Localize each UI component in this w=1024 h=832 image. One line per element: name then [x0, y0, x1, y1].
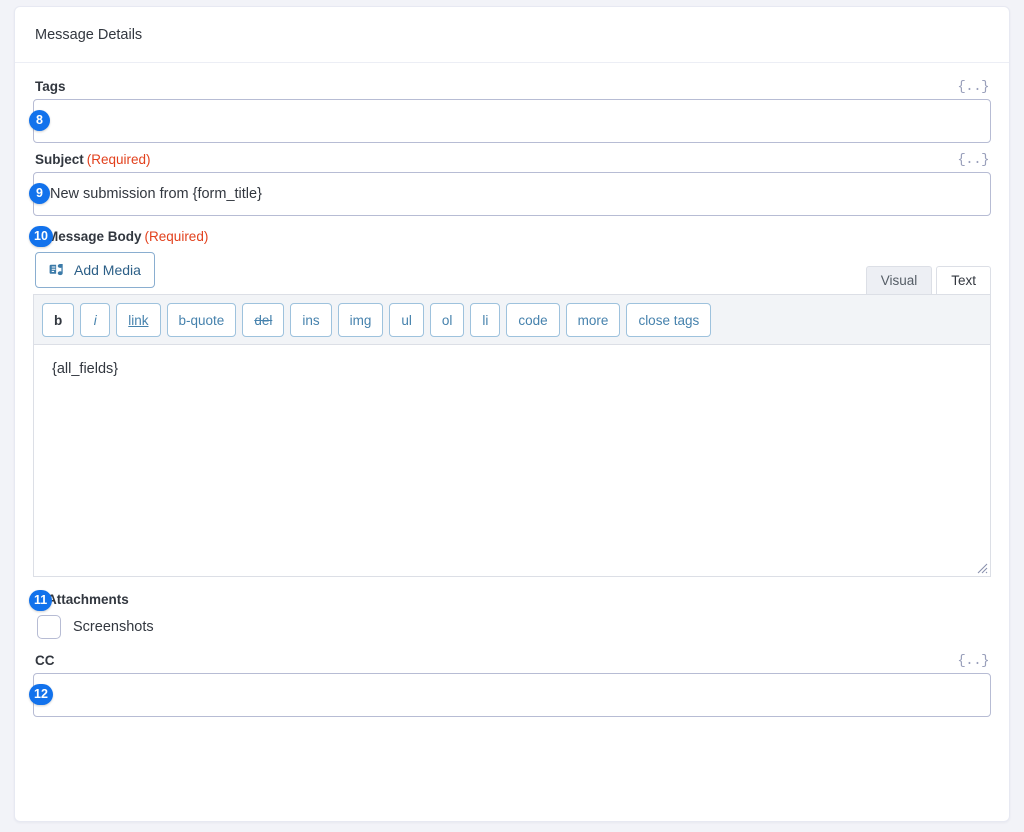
attachments-label: Attachments	[47, 592, 129, 607]
quicktag-b-quote[interactable]: b-quote	[167, 303, 237, 337]
quicktag-img[interactable]: img	[338, 303, 384, 337]
message-body-label-text: Message Body	[47, 229, 142, 244]
editor-topbar: Add Media Visual Text	[33, 252, 991, 294]
quicktag-ins[interactable]: ins	[290, 303, 331, 337]
step-badge-12: 12	[29, 684, 53, 705]
tags-input[interactable]	[33, 99, 991, 143]
tags-label-row: Tags {..}	[33, 79, 991, 99]
quicktag-link[interactable]: link	[116, 303, 160, 337]
field-tags: Tags {..} 8	[33, 79, 991, 143]
wysiwyg-editor: Add Media Visual Text b i link b-quote d…	[33, 252, 991, 577]
merge-tag-icon[interactable]: {..}	[957, 153, 989, 167]
attachments-checkbox-row: Screenshots	[33, 609, 991, 639]
quicktag-b[interactable]: b	[42, 303, 74, 337]
panel-body: Tags {..} 8 Subject(Required) {..} 9	[15, 63, 1009, 717]
editor-mode-tabs: Visual Text	[862, 266, 991, 294]
step-badge-10: 10	[29, 226, 53, 247]
subject-label-text: Subject	[35, 152, 84, 167]
quicktag-del[interactable]: del	[242, 303, 284, 337]
quicktag-ul[interactable]: ul	[389, 303, 424, 337]
add-media-label: Add Media	[74, 262, 141, 278]
step-badge-11: 11	[29, 590, 52, 611]
tab-visual[interactable]: Visual	[866, 266, 933, 294]
quicktag-ol[interactable]: ol	[430, 303, 465, 337]
screenshots-checkbox[interactable]	[37, 615, 61, 639]
step-badge-9: 9	[29, 183, 50, 204]
subject-input[interactable]	[33, 172, 991, 216]
tags-label: Tags	[35, 79, 66, 94]
message-body-textarea[interactable]	[34, 345, 990, 576]
subject-label: Subject(Required)	[35, 152, 151, 167]
field-attachments: 11 Attachments Screenshots	[33, 591, 991, 639]
subject-required-text: (Required)	[87, 152, 151, 167]
quicktag-more[interactable]: more	[566, 303, 621, 337]
cc-input[interactable]	[33, 673, 991, 717]
field-subject: Subject(Required) {..} 9	[33, 152, 991, 216]
add-media-button[interactable]: Add Media	[35, 252, 155, 288]
tab-text[interactable]: Text	[936, 266, 991, 294]
quicktag-li[interactable]: li	[470, 303, 500, 337]
editor-box: b i link b-quote del ins img ul ol li co…	[33, 294, 991, 577]
message-body-label: Message Body(Required)	[47, 229, 208, 244]
step-badge-8: 8	[29, 110, 50, 131]
merge-tag-icon[interactable]: {..}	[957, 654, 989, 668]
quicktags-toolbar: b i link b-quote del ins img ul ol li co…	[34, 295, 990, 345]
message-body-required-text: (Required)	[145, 229, 209, 244]
field-message-body: 10 Message Body(Required) Add Medi	[33, 228, 991, 577]
quicktag-code[interactable]: code	[506, 303, 559, 337]
page-title: Message Details	[35, 27, 142, 43]
cc-label: CC	[35, 653, 55, 668]
panel-header: Message Details	[15, 7, 1009, 63]
quicktag-close-tags[interactable]: close tags	[626, 303, 711, 337]
merge-tag-icon[interactable]: {..}	[957, 80, 989, 94]
media-icon	[49, 262, 66, 279]
cc-label-row: CC {..}	[33, 653, 991, 673]
field-cc: CC {..} 12	[33, 653, 991, 717]
message-details-panel: Message Details Tags {..} 8 Subject(Requ…	[14, 6, 1010, 822]
quicktag-i[interactable]: i	[80, 303, 110, 337]
subject-label-row: Subject(Required) {..}	[33, 152, 991, 172]
screenshots-checkbox-label: Screenshots	[73, 619, 154, 635]
